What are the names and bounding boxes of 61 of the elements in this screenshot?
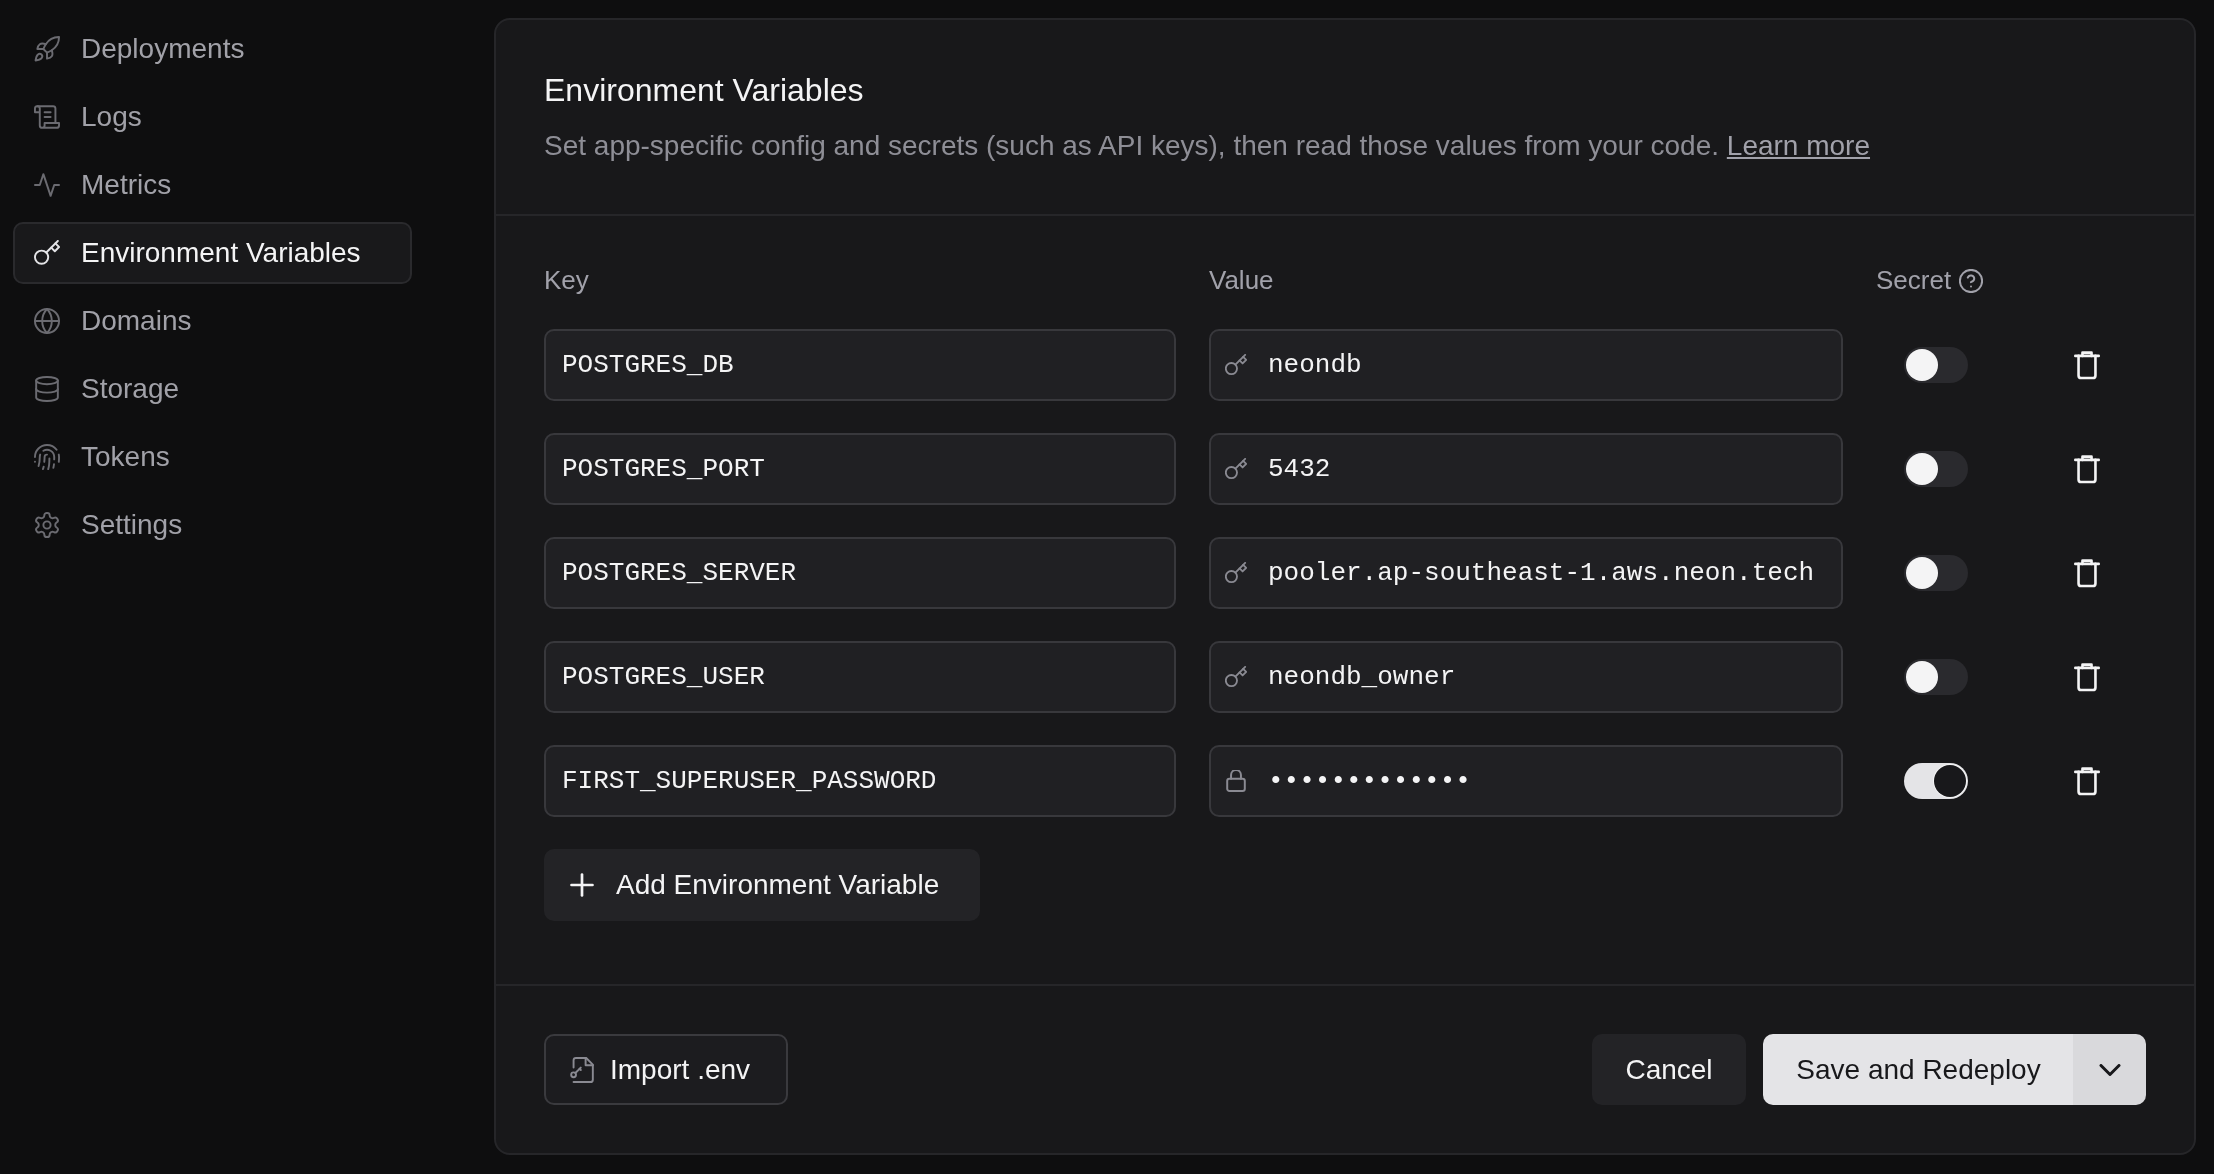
key-icon (1225, 666, 1247, 688)
sidebar-item[interactable]: Settings (13, 494, 412, 556)
delete-button[interactable] (2074, 453, 2100, 485)
key-icon (1225, 354, 1247, 376)
key-field[interactable]: POSTGRES_DB (544, 329, 1176, 401)
value-field[interactable]: ••••••••••••• (1209, 745, 1843, 817)
sidebar-item[interactable]: Metrics (13, 154, 412, 216)
key-field[interactable]: POSTGRES_PORT (544, 433, 1176, 505)
trash-icon (2074, 661, 2100, 693)
learn-more-link[interactable]: Learn more (1726, 130, 1870, 161)
value-field[interactable]: neondb_owner (1209, 641, 1843, 713)
sidebar-item[interactable]: Logs (13, 86, 412, 148)
save-redeploy-button[interactable]: Save and Redeploy (1763, 1034, 2074, 1105)
secret-toggle[interactable] (1904, 763, 1968, 799)
globe-icon (34, 308, 60, 334)
lock-icon (1225, 770, 1247, 792)
pulse-icon (34, 172, 60, 198)
delete-button[interactable] (2074, 349, 2100, 381)
file-key-icon (570, 1056, 594, 1083)
help-icon (1959, 268, 1984, 293)
sidebar-item[interactable]: Environment Variables (13, 222, 412, 284)
column-header: Key (544, 264, 590, 297)
secret-toggle[interactable] (1904, 659, 1968, 695)
fingerprint-icon (34, 444, 60, 470)
settings-icon (34, 512, 60, 538)
key-field[interactable]: FIRST_SUPERUSER_PASSWORD (544, 745, 1176, 817)
sidebar-item[interactable]: Storage (13, 358, 412, 420)
value-field[interactable]: 5432 (1209, 433, 1843, 505)
column-header: Secret (1876, 264, 1952, 297)
value-field[interactable]: neondb (1209, 329, 1843, 401)
delete-button[interactable] (2074, 661, 2100, 693)
trash-icon (2074, 765, 2100, 797)
key-icon (34, 240, 60, 266)
key-icon (1225, 562, 1247, 584)
trash-icon (2074, 453, 2100, 485)
sidebar-item[interactable]: Domains (13, 290, 412, 352)
secret-toggle[interactable] (1904, 347, 1968, 383)
chevron-down-icon (2098, 1063, 2121, 1076)
delete-button[interactable] (2074, 765, 2100, 797)
rocket-icon (34, 36, 60, 62)
plus-icon (570, 873, 594, 897)
description-text: Set app-specific config and secrets (such as API keys), then read those values from your code. Learn more (544, 129, 1871, 163)
column-header: Value (1209, 264, 1275, 297)
dropdown-toggle[interactable] (2073, 1034, 2146, 1105)
sidebar-item[interactable]: Tokens (13, 426, 412, 488)
key-field[interactable]: POSTGRES_SERVER (544, 537, 1176, 609)
value-field[interactable]: pooler.ap-southeast-1.aws.neon.tech (1209, 537, 1843, 609)
delete-button[interactable] (2074, 557, 2100, 589)
secret-toggle[interactable] (1904, 555, 1968, 591)
add-variable-button[interactable]: Add Environment Variable (544, 849, 980, 921)
secret-toggle[interactable] (1904, 451, 1968, 487)
panel-title: Environment Variables (544, 71, 865, 109)
key-icon (1225, 458, 1247, 480)
database-icon (34, 376, 60, 402)
trash-icon (2074, 557, 2100, 589)
sidebar-item[interactable]: Deployments (13, 18, 412, 80)
trash-icon (2074, 349, 2100, 381)
cancel-button[interactable]: Cancel (1592, 1034, 1746, 1105)
scroll-icon (34, 104, 60, 130)
key-field[interactable]: POSTGRES_USER (544, 641, 1176, 713)
import-button[interactable]: Import .env (544, 1034, 788, 1105)
